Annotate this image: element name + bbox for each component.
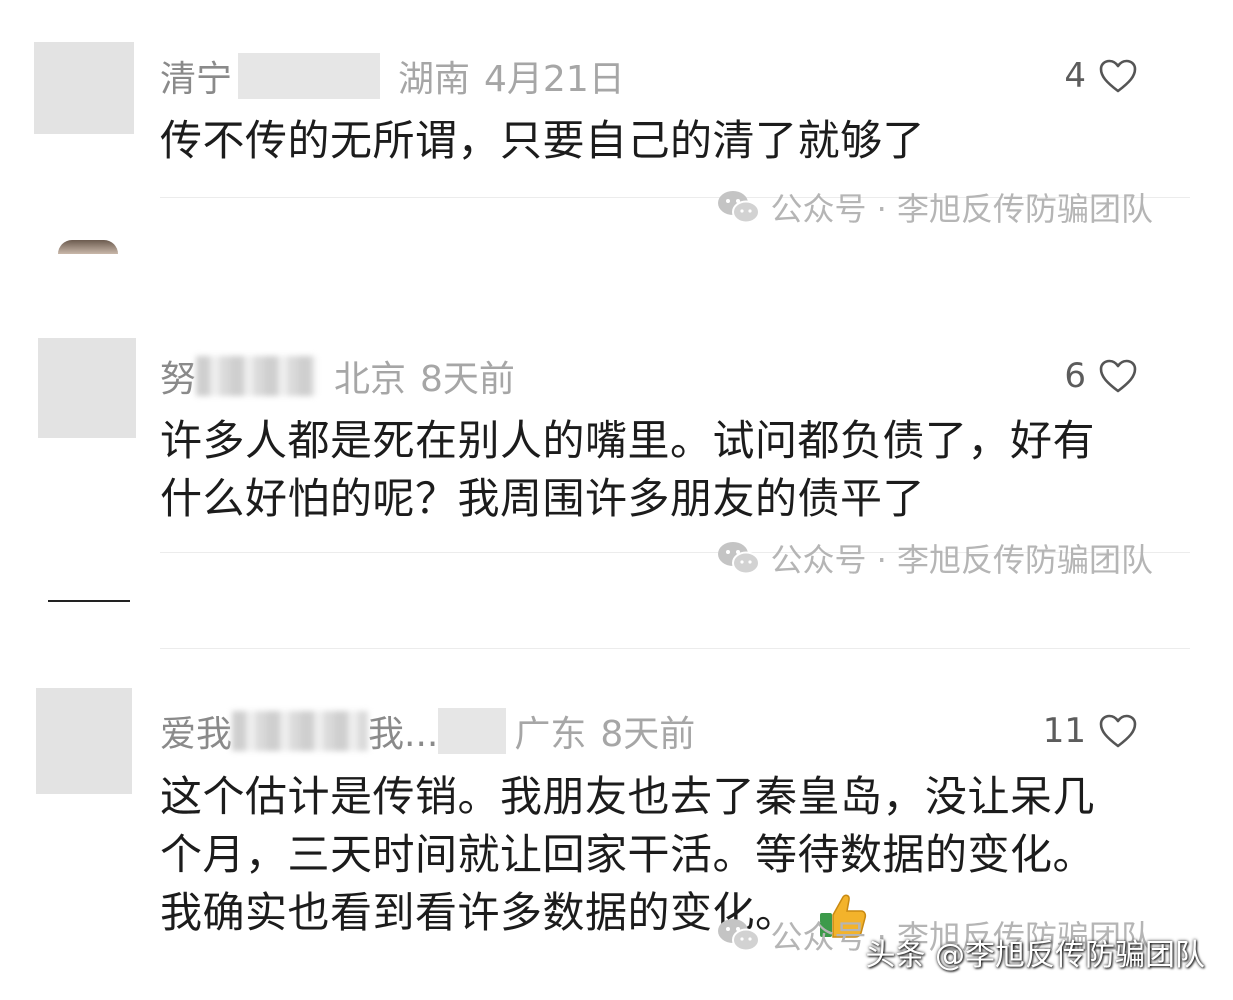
watermark: 公众号 · 李旭反传防骗团队	[716, 535, 1153, 581]
commenter-region: 湖南	[398, 59, 471, 100]
cropped-edge	[48, 600, 130, 602]
name-redaction	[196, 356, 317, 396]
avatar[interactable]	[34, 42, 134, 134]
comment-line: 这个估计是传销。我朋友也去了秦皇岛，没让呆几	[160, 772, 1096, 821]
like-button[interactable]: 6	[1064, 356, 1138, 396]
avatar[interactable]	[36, 688, 132, 794]
commenter-name-suffix: 我...	[368, 714, 439, 755]
like-count: 11	[1042, 711, 1086, 751]
comment-line: 许多人都是死在别人的嘴里。试问都负债了，好有	[160, 416, 1096, 465]
name-redaction	[438, 708, 507, 754]
like-button[interactable]: 4	[1064, 56, 1138, 96]
comment-text: 传不传的无所谓，只要自己的清了就够了	[160, 112, 925, 170]
comment-date: 8天前	[600, 714, 696, 755]
name-redaction	[232, 711, 369, 751]
heart-outline-icon[interactable]	[1098, 713, 1138, 749]
commenter-name[interactable]: 努	[160, 350, 196, 402]
like-count: 4	[1064, 56, 1086, 96]
comment-meta: 爱我 我... 广东 8天前	[160, 705, 695, 757]
watermark-text: 公众号 · 李旭反传防骗团队	[770, 541, 1153, 579]
cropped-avatar	[58, 240, 118, 254]
commenter-name[interactable]: 清宁	[160, 50, 232, 102]
avatar[interactable]	[38, 338, 136, 438]
like-count: 6	[1064, 356, 1086, 396]
wechat-icon	[718, 919, 761, 952]
comment-line: 个月，三天时间就让回家干活。等待数据的变化。	[160, 830, 1096, 879]
footer-watermark: 头条 @李旭反传防骗团队	[865, 938, 1205, 973]
comment-line: 传不传的无所谓，只要自己的清了就够了	[160, 116, 926, 165]
like-button[interactable]: 11	[1043, 711, 1138, 751]
watermark: 公众号 · 李旭反传防骗团队	[716, 184, 1153, 230]
commenter-name[interactable]: 爱我	[160, 705, 232, 757]
comment-meta: 努 北京 8天前	[160, 350, 515, 402]
name-redaction	[238, 53, 381, 99]
wechat-icon	[718, 542, 761, 575]
comment-date: 8天前	[420, 359, 515, 400]
watermark-text: 公众号 · 李旭反传防骗团队	[770, 190, 1153, 228]
comment-meta: 清宁 湖南 4月21日	[160, 50, 625, 102]
comment-line: 什么好怕的呢？我周围许多朋友的债平了	[160, 474, 926, 523]
heart-outline-icon[interactable]	[1098, 358, 1138, 394]
wechat-icon	[718, 191, 761, 224]
heart-outline-icon[interactable]	[1098, 58, 1138, 94]
commenter-region: 北京	[334, 359, 407, 400]
comment-text: 许多人都是死在别人的嘴里。试问都负债了，好有 什么好怕的呢？我周围许多朋友的债平…	[160, 412, 1095, 528]
commenter-region: 广东	[514, 714, 587, 755]
divider	[160, 648, 1190, 649]
comment-line: 我确实也看到看许多数据的变化。	[160, 888, 798, 937]
comment-date: 4月21日	[484, 59, 625, 100]
